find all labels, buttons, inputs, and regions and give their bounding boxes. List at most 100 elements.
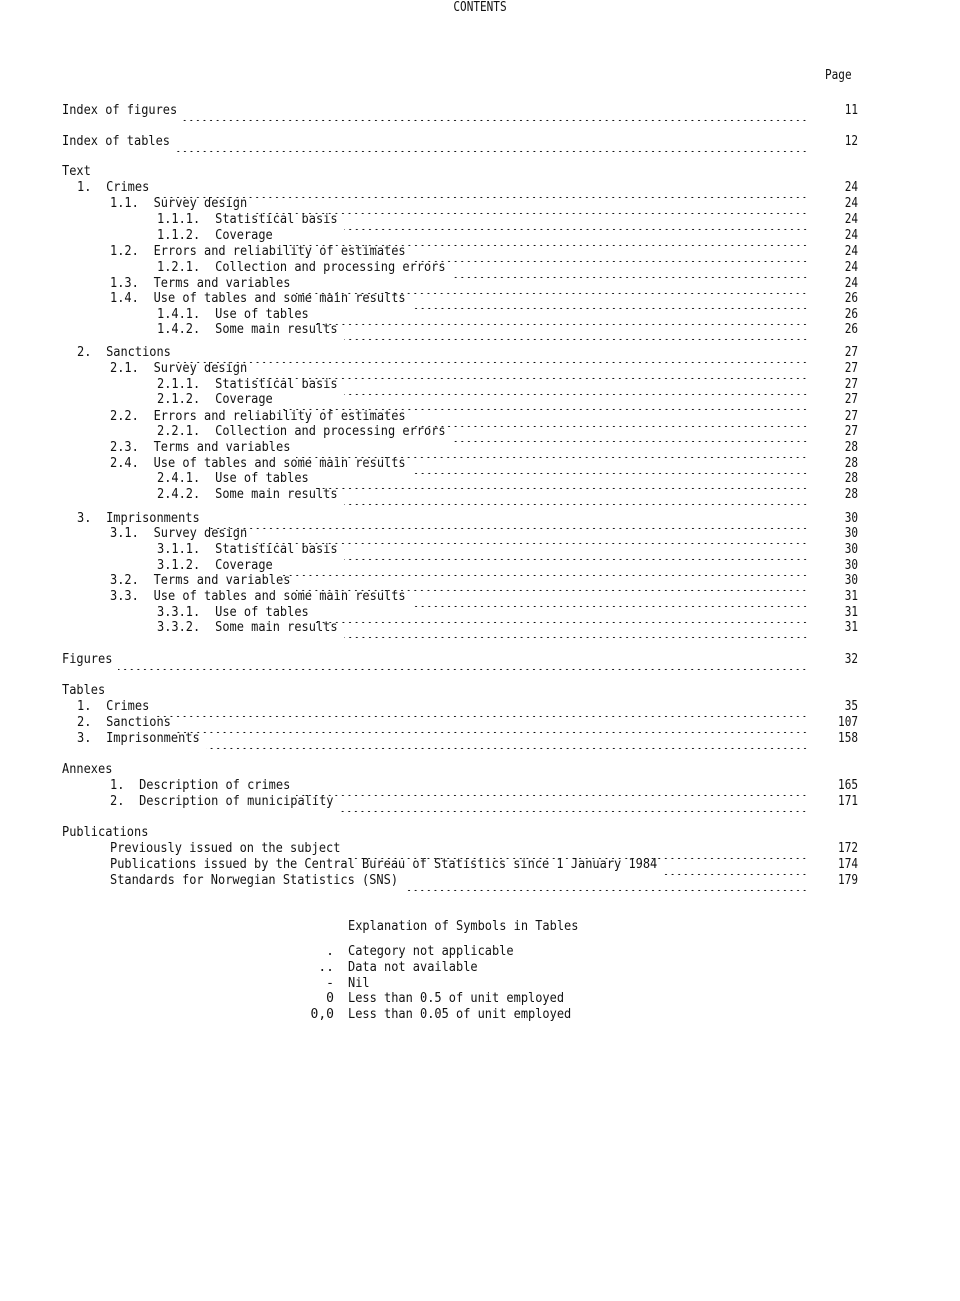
- toc-entry[interactable]: 3. Imprisonments 30: [0, 511, 960, 529]
- entry-title: Use of tables: [215, 471, 309, 486]
- toc-entry[interactable]: 1.2. Errors and reliability of estimates 2…: [0, 244, 960, 262]
- entry-title: Survey design: [153, 196, 248, 211]
- toc-entry[interactable]: 3.3.2. Some main results 31: [0, 620, 960, 638]
- entry-label: 3.3. Use of tables and some main results: [110, 589, 406, 605]
- toc-entry[interactable]: 1.4.2. Some main results 26: [0, 322, 960, 340]
- toc-entry[interactable]: 1.3. Terms and variables 24: [0, 276, 960, 294]
- toc-entry[interactable]: 2.1.2. Coverage 27: [0, 392, 960, 410]
- symbol: -: [326, 976, 334, 991]
- entry-page-number: 35: [844, 699, 858, 714]
- entry-label: 1. Description of crimes: [110, 778, 290, 794]
- entry-label: 1. Crimes: [77, 180, 149, 196]
- toc-entry[interactable]: 1. Crimes 35: [0, 699, 960, 717]
- toc-entry[interactable]: 1. Crimes 24: [0, 180, 960, 198]
- entry-title: Crimes: [106, 699, 150, 714]
- toc-entry[interactable]: 1.2.1. Collection and processing errors 24: [0, 260, 960, 278]
- entry-number: 3.3.: [110, 589, 139, 604]
- entry-label: 3.2. Terms and variables: [110, 573, 290, 589]
- toc-entry[interactable]: 3.2. Terms and variables 30: [0, 573, 960, 591]
- toc-entry[interactable]: 3.1.2. Coverage 30: [0, 558, 960, 576]
- toc-entry-figures[interactable]: Figures 32: [0, 652, 960, 670]
- entry-title: Index of tables: [62, 134, 171, 149]
- toc-entry[interactable]: 2. Sanctions 107: [0, 715, 960, 733]
- leader-dots: [404, 875, 808, 891]
- entry-title: Use of tables and some main results: [153, 589, 406, 604]
- entry-title: Terms and variables: [153, 440, 291, 455]
- toc-entry[interactable]: 1.1. Survey design 24: [0, 196, 960, 214]
- entry-title: Terms and variables: [153, 573, 291, 588]
- entry-page-number: 28: [844, 440, 858, 455]
- entry-label: 3.3.1. Use of tables: [157, 605, 309, 621]
- entry-page-number: 26: [844, 291, 858, 306]
- symbol-legend-item: - Nil: [0, 976, 960, 992]
- entry-title: Standards for Norwegian Statistics (SNS): [110, 873, 399, 888]
- entry-label: 3.1.2. Coverage: [157, 558, 273, 574]
- entry-label: Index of figures: [62, 103, 177, 119]
- entry-number: 2.2.1.: [157, 424, 201, 439]
- entry-number: 1.1.1.: [157, 212, 201, 227]
- toc-entry[interactable]: 2.2.1. Collection and processing errors 27: [0, 424, 960, 442]
- symbol: 0: [326, 991, 334, 1006]
- toc-entry[interactable]: 3.1.1. Statistical basis 30: [0, 542, 960, 560]
- entry-page-number: 12: [844, 134, 858, 149]
- toc-entry[interactable]: Index of figures 11: [0, 103, 960, 121]
- toc-entry[interactable]: Previously issued on the subject 172: [0, 841, 960, 859]
- symbols-legend-title: Explanation of Symbols in Tables: [348, 919, 579, 934]
- toc-entry[interactable]: 2.4. Use of tables and some main results 2…: [0, 456, 960, 474]
- section-heading-text: Text: [62, 164, 91, 179]
- entry-page-number: 24: [844, 228, 858, 243]
- entry-page-number: 27: [844, 345, 858, 360]
- toc-entry[interactable]: 2.4.2. Some main results 28: [0, 487, 960, 505]
- leader-dots: [176, 136, 808, 152]
- entry-title: Collection and processing errors: [215, 260, 446, 275]
- entry-label: 1.3. Terms and variables: [110, 276, 290, 292]
- toc-entry[interactable]: 2. Description of municipality 171: [0, 794, 960, 812]
- entry-page-number: 107: [838, 715, 858, 730]
- toc-entry[interactable]: 3.3. Use of tables and some main results 3…: [0, 589, 960, 607]
- toc-entry[interactable]: 1.1.2. Coverage 24: [0, 228, 960, 246]
- toc-entry[interactable]: 1.4.1. Use of tables 26: [0, 307, 960, 325]
- entry-number: 1.: [110, 778, 125, 793]
- toc-entry[interactable]: 1. Description of crimes 165: [0, 778, 960, 796]
- entry-title: Crimes: [106, 180, 150, 195]
- entry-title: Figures: [62, 652, 113, 667]
- toc-entry[interactable]: 1.4. Use of tables and some main results 2…: [0, 291, 960, 309]
- entry-title: Terms and variables: [153, 276, 291, 291]
- document-title: CONTENTS: [453, 0, 507, 15]
- symbol-legend-item: . Category not applicable: [0, 944, 960, 960]
- entry-number: 3.1.2.: [157, 558, 201, 573]
- entry-title: Errors and reliability of estimates: [153, 244, 406, 259]
- entry-page-number: 165: [838, 778, 858, 793]
- toc-entry[interactable]: 2.2. Errors and reliability of estimates 2…: [0, 409, 960, 427]
- toc-entry[interactable]: Publications issued by the Central Burea…: [0, 857, 960, 875]
- entry-page-number: 30: [844, 558, 858, 573]
- toc-entry[interactable]: 2.1.1. Statistical basis 27: [0, 377, 960, 395]
- entry-number: 1.2.: [110, 244, 139, 259]
- toc-entry[interactable]: 2. Sanctions 27: [0, 345, 960, 363]
- entry-title: Coverage: [215, 558, 273, 573]
- toc-entry[interactable]: 3.1. Survey design 30: [0, 526, 960, 544]
- entry-number: 2.: [110, 794, 125, 809]
- section-heading-publications: Publications: [62, 825, 149, 840]
- symbol-meaning: Data not available: [348, 960, 478, 975]
- entry-page-number: 24: [844, 244, 858, 259]
- toc-entry[interactable]: 3.3.1. Use of tables 31: [0, 605, 960, 623]
- entry-number: 3.3.1.: [157, 605, 201, 620]
- entry-title: Previously issued on the subject: [110, 841, 341, 856]
- entry-label: Standards for Norwegian Statistics (SNS): [110, 873, 398, 889]
- toc-entry[interactable]: 2.4.1. Use of tables 28: [0, 471, 960, 489]
- entry-page-number: 27: [844, 377, 858, 392]
- toc-entry[interactable]: 1.1.1. Statistical basis 24: [0, 212, 960, 230]
- entry-label: 1.4.1. Use of tables: [157, 307, 309, 323]
- section-heading-annexes: Annexes: [62, 762, 113, 777]
- entry-page-number: 30: [844, 542, 858, 557]
- entry-page-number: 32: [844, 652, 858, 667]
- toc-entry[interactable]: 3. Imprisonments 158: [0, 731, 960, 749]
- toc-entry[interactable]: 2.1. Survey design 27: [0, 361, 960, 379]
- entry-number: 1.3.: [110, 276, 139, 291]
- entry-label: 1.2. Errors and reliability of estimates: [110, 244, 406, 260]
- toc-entry[interactable]: 2.3. Terms and variables 28: [0, 440, 960, 458]
- toc-entry[interactable]: Standards for Norwegian Statistics (SNS)…: [0, 873, 960, 891]
- toc-entry[interactable]: Index of tables 12: [0, 134, 960, 152]
- entry-label: 2.4.2. Some main results: [157, 487, 338, 503]
